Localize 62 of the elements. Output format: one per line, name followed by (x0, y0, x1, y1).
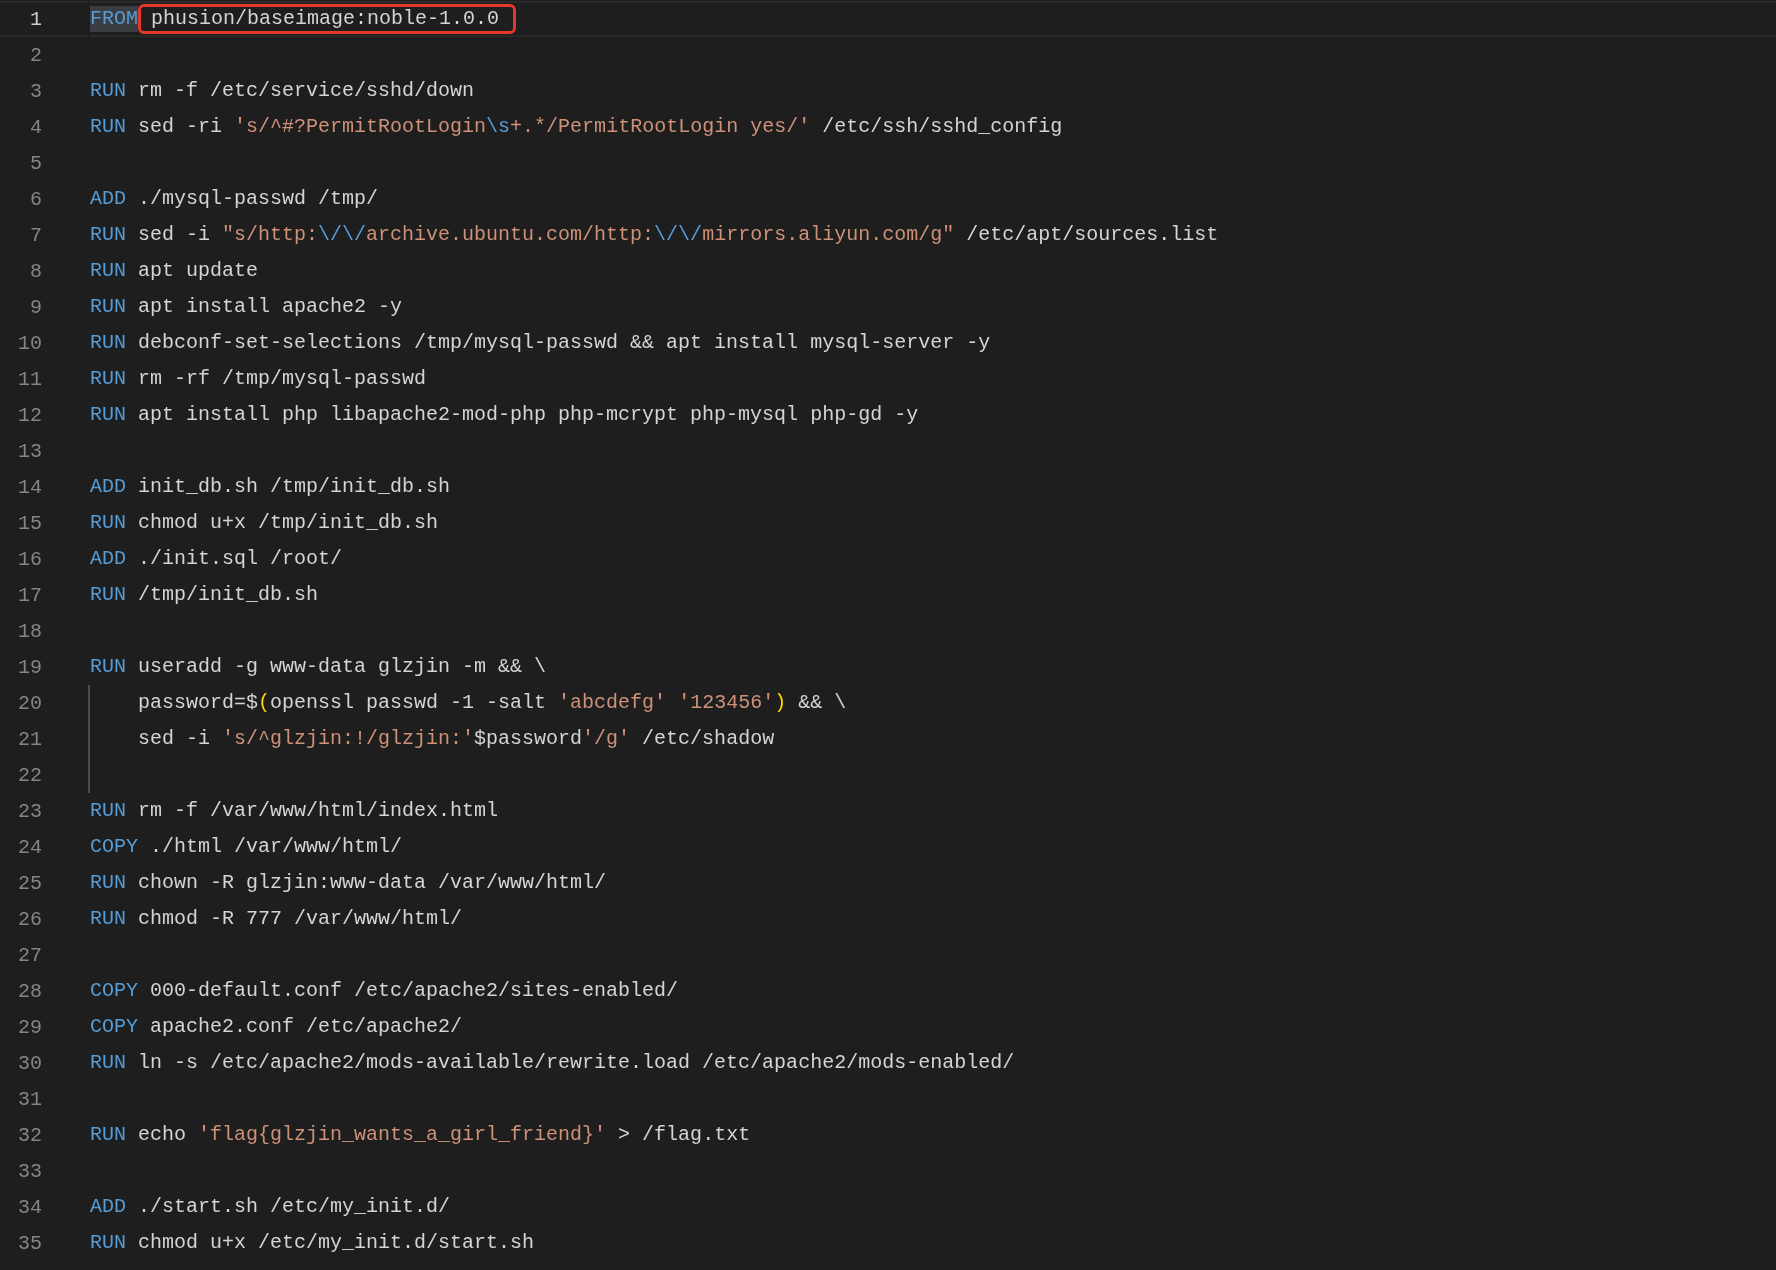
code-line: RUN rm -rf /tmp/mysql-passwd (90, 366, 427, 392)
code-line: RUN debconf-set-selections /tmp/mysql-passwd && apt install mysql-server -y (90, 330, 991, 356)
line-number: 28 (17, 979, 42, 1003)
line-number: 30 (17, 1051, 42, 1075)
line-number: 8 (29, 259, 42, 283)
code-line: ADD ./start.sh /etc/my_init.d/ (90, 1194, 451, 1220)
line-number: 34 (17, 1195, 42, 1219)
line-number: 2 (29, 43, 42, 67)
line-number: 19 (17, 655, 42, 679)
code-line: RUN apt install apache2 -y (90, 294, 403, 320)
line-number: 15 (17, 511, 42, 535)
code-line: password=$(openssl passwd -1 -salt 'abcdefg' '123456') && \ (138, 690, 847, 716)
line-number: 18 (17, 619, 42, 643)
code-line: RUN echo 'flag{glzjin_wants_a_girl_friend}' > /flag.txt (90, 1122, 751, 1148)
line-number: 22 (17, 763, 42, 787)
line-number: 12 (17, 403, 42, 427)
code-line: RUN rm -f /var/www/html/index.html (90, 798, 499, 824)
line-number: 32 (17, 1123, 42, 1147)
line-number: 17 (17, 583, 42, 607)
line-number: 6 (29, 187, 42, 211)
line-number: 9 (29, 295, 42, 319)
code-line: FROM phusion/baseimage:noble-1.0.0 (90, 4, 517, 34)
code-line: RUN ln -s /etc/apache2/mods-available/rewrite.load /etc/apache2/mods-enabled/ (90, 1050, 1015, 1076)
line-number: 5 (29, 151, 42, 175)
code-line: RUN sed -ri 's/^#?PermitRootLogin\s+.*/PermitRootLogin yes/' /etc/ssh/sshd_config (90, 114, 1063, 140)
code-line: RUN chown -R glzjin:www-data /var/www/html/ (90, 870, 607, 896)
line-number: 21 (17, 727, 42, 751)
code-line: RUN sed -i "s/http:\/\/archive.ubuntu.com/http:\/\/mirrors.aliyun.com/g" /etc/apt/sources.list (90, 222, 1219, 248)
line-number: 1 (29, 7, 42, 31)
code-line: COPY ./html /var/www/html/ (90, 834, 403, 860)
line-number: 14 (17, 475, 42, 499)
code-line: RUN chmod u+x /tmp/init_db.sh (90, 510, 439, 536)
line-number: 13 (17, 439, 42, 463)
line-number: 23 (17, 799, 42, 823)
code-line: RUN useradd -g www-data glzjin -m && \ (90, 654, 547, 680)
code-line: ADD ./mysql-passwd /tmp/ (90, 186, 379, 212)
line-number: 25 (17, 871, 42, 895)
line-number: 27 (17, 943, 42, 967)
line-number: 33 (17, 1159, 42, 1183)
line-number: 10 (17, 331, 42, 355)
line-number: 29 (17, 1015, 42, 1039)
code-line: ADD init_db.sh /tmp/init_db.sh (90, 474, 451, 500)
line-number: 3 (29, 79, 42, 103)
line-number: 16 (17, 547, 42, 571)
code-line: RUN /tmp/init_db.sh (90, 582, 319, 608)
code-line: ADD ./init.sql /root/ (90, 546, 343, 572)
code-line: COPY apache2.conf /etc/apache2/ (90, 1014, 463, 1040)
code-line: COPY 000-default.conf /etc/apache2/sites-enabled/ (90, 978, 679, 1004)
code-line: RUN rm -f /etc/service/sshd/down (90, 78, 475, 104)
line-number: 20 (17, 691, 42, 715)
line-number: 35 (17, 1231, 42, 1255)
line-number: 31 (17, 1087, 42, 1111)
line-number: 24 (17, 835, 42, 859)
line-number: 4 (29, 115, 42, 139)
code-line: RUN apt update (90, 258, 259, 284)
line-number: 26 (17, 907, 42, 931)
line-number: 11 (17, 367, 42, 391)
code-line: RUN chmod u+x /etc/my_init.d/start.sh (90, 1230, 535, 1256)
code-line: sed -i 's/^glzjin:!/glzjin:'$password'/g' /etc/shadow (138, 726, 775, 752)
code-line: RUN apt install php libapache2-mod-php php-mcrypt php-mysql php-gd -y (90, 402, 919, 428)
code-line: RUN chmod -R 777 /var/www/html/ (90, 906, 463, 932)
line-number: 7 (29, 223, 42, 247)
